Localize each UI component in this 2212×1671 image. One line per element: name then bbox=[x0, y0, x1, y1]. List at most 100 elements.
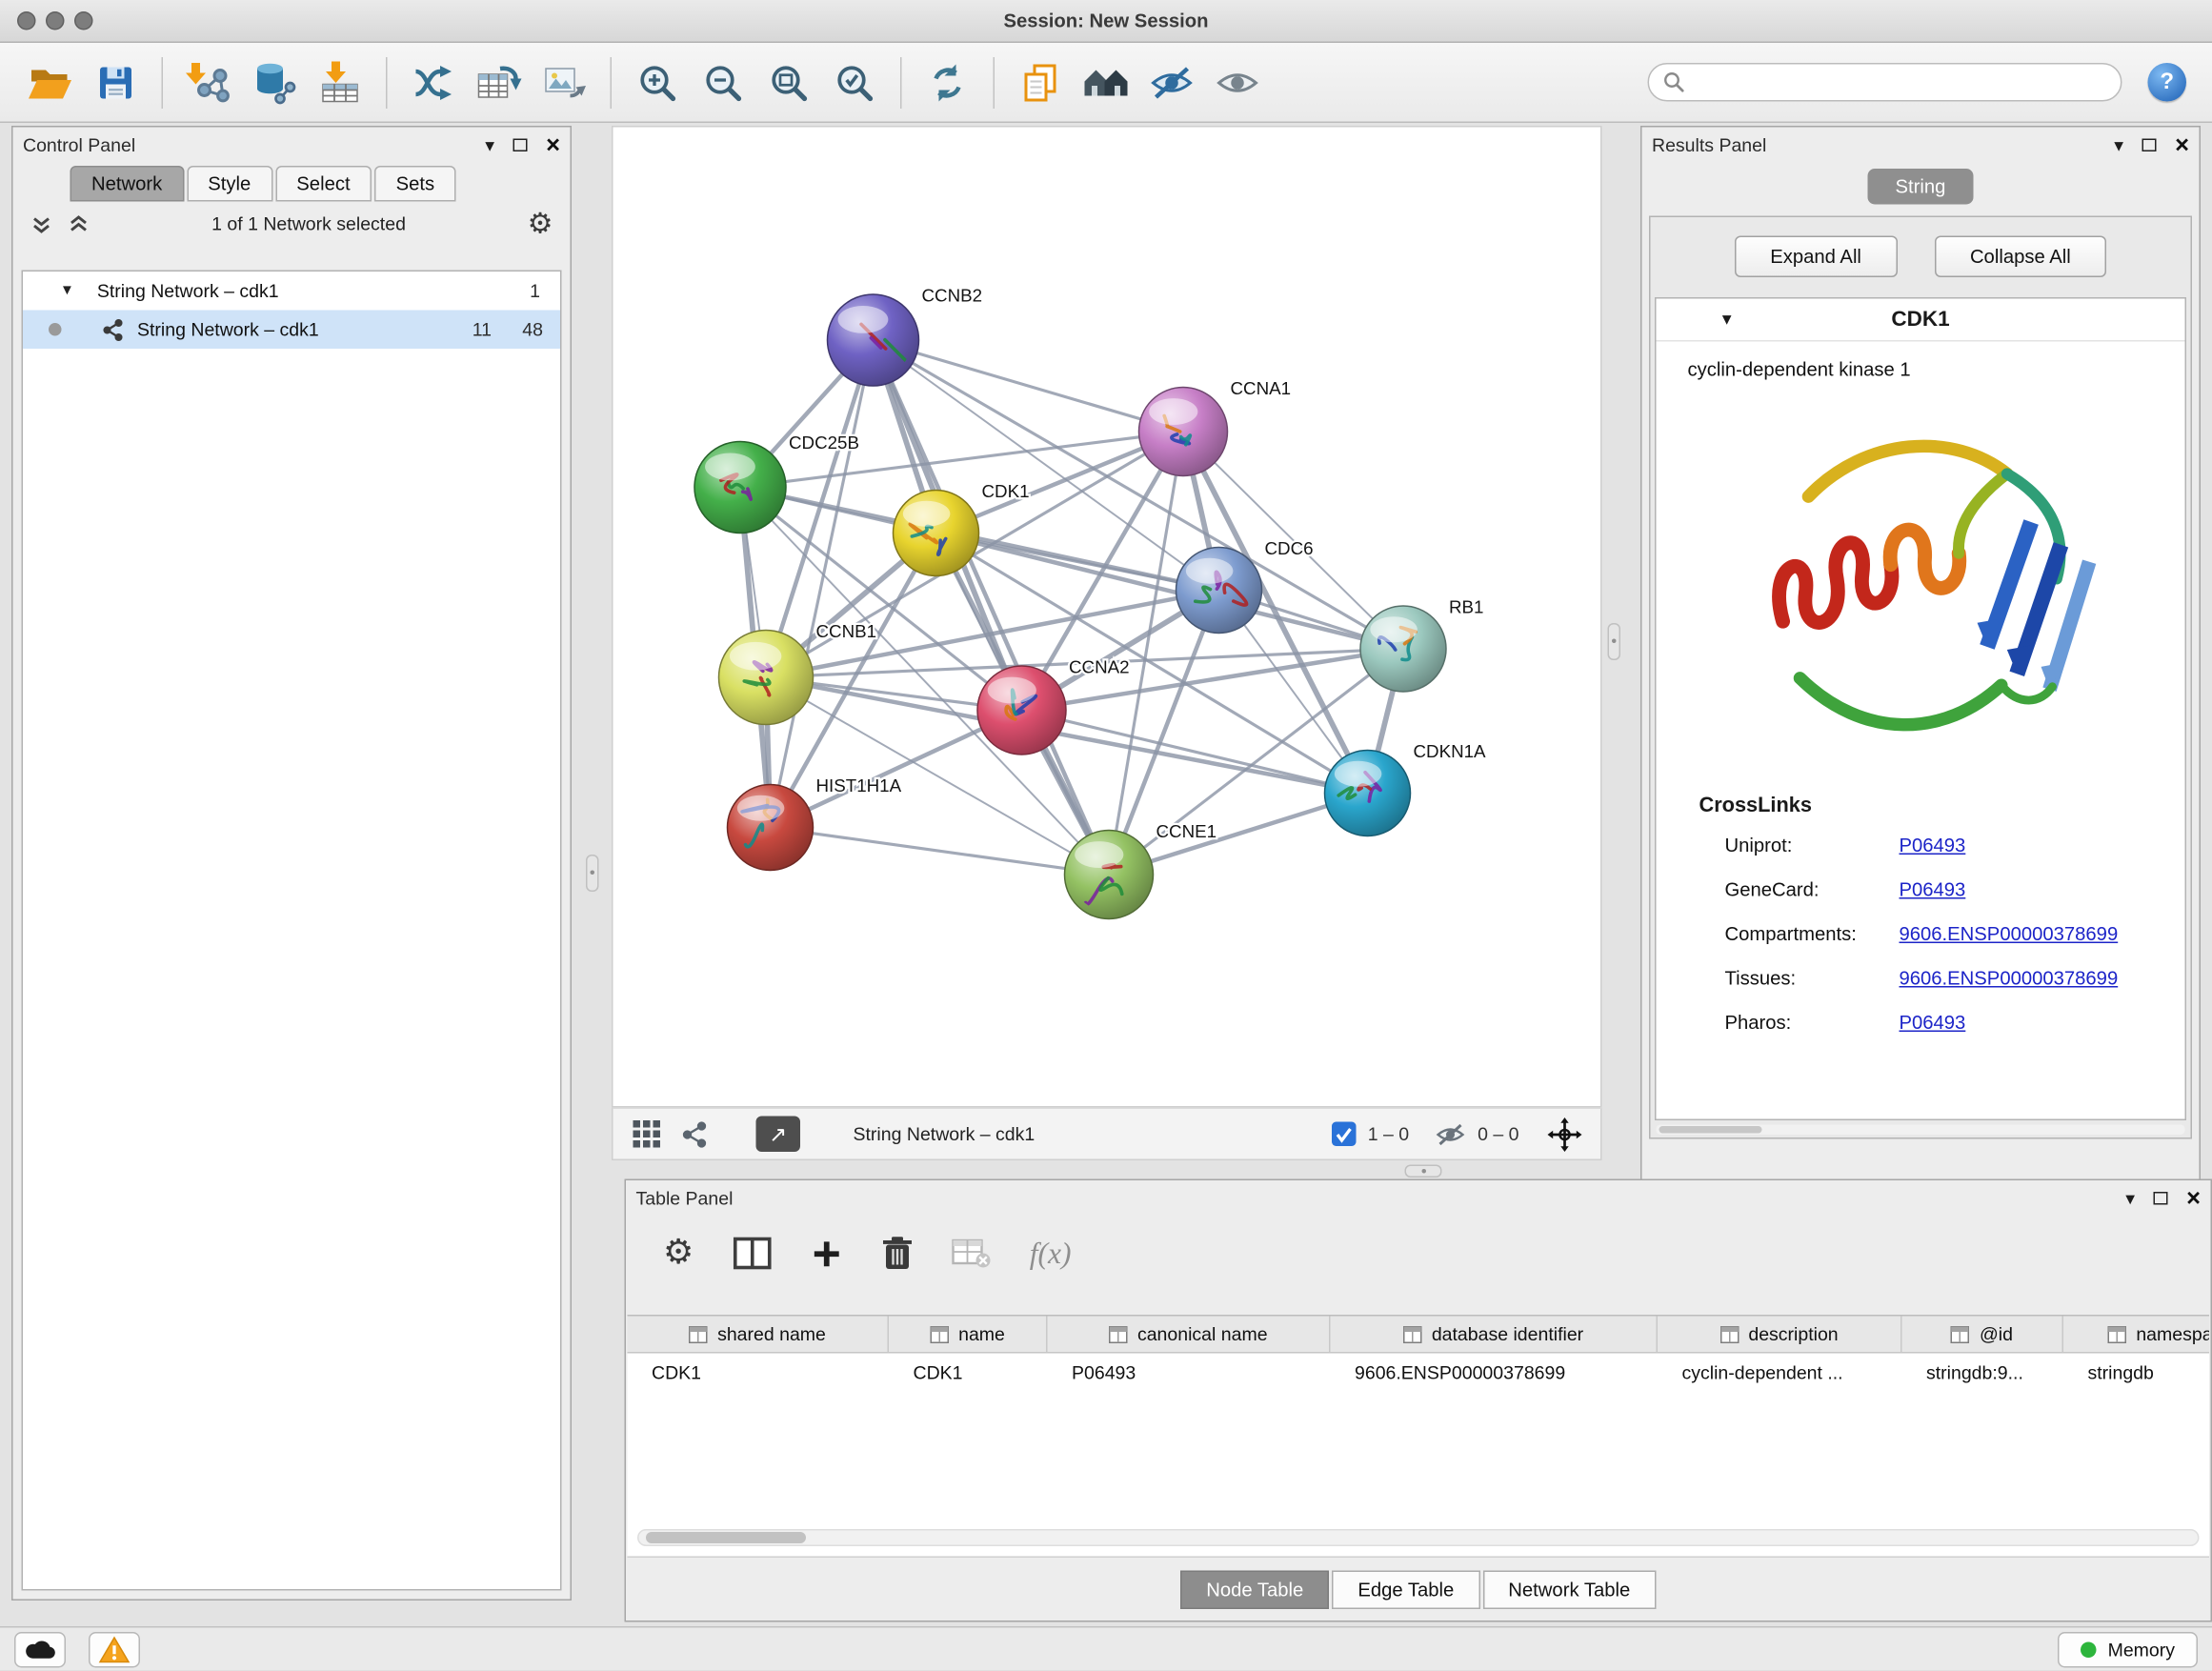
add-column-icon[interactable] bbox=[810, 1237, 843, 1270]
window-minimize-button[interactable] bbox=[46, 11, 65, 30]
panel-menu-icon[interactable]: ▾ bbox=[2114, 135, 2123, 154]
column-header[interactable]: database identifier bbox=[1331, 1317, 1659, 1353]
panel-close-icon[interactable]: × bbox=[2186, 1185, 2201, 1210]
table-horizontal-scrollbar[interactable] bbox=[637, 1529, 2200, 1546]
hide-selected-button[interactable] bbox=[1139, 50, 1205, 115]
network-node[interactable]: CCNA2 bbox=[977, 657, 1130, 755]
collection-expand-icon[interactable]: ▼ bbox=[60, 283, 74, 299]
table-cell[interactable]: P06493 bbox=[1048, 1354, 1331, 1391]
tab-string[interactable]: String bbox=[1868, 169, 1973, 205]
expand-all-button[interactable]: Expand All bbox=[1735, 236, 1898, 278]
tab-network[interactable]: Network bbox=[70, 166, 184, 202]
gene-expand-icon[interactable]: ▼ bbox=[1719, 312, 1735, 329]
first-neighbors-button[interactable] bbox=[1074, 50, 1139, 115]
right-splitter-handle[interactable] bbox=[1608, 623, 1621, 660]
birdseye-view-icon[interactable] bbox=[632, 1119, 662, 1150]
results-horizontal-scrollbar[interactable] bbox=[1657, 1125, 2185, 1136]
network-share-icon[interactable] bbox=[680, 1119, 709, 1148]
table-cell[interactable]: CDK1 bbox=[889, 1354, 1048, 1391]
network-node[interactable]: CDKN1A bbox=[1325, 741, 1487, 836]
tab-network-table[interactable]: Network Table bbox=[1482, 1571, 1656, 1610]
crosslink-pharos-link[interactable]: P06493 bbox=[1900, 1012, 1966, 1034]
window-close-button[interactable] bbox=[17, 11, 36, 30]
network-options-gear-icon[interactable]: ⚙ bbox=[528, 210, 553, 238]
table-cell[interactable]: cyclin-dependent ... bbox=[1658, 1354, 1902, 1391]
left-splitter-handle[interactable] bbox=[586, 855, 599, 892]
cloud-status-button[interactable] bbox=[14, 1631, 66, 1667]
save-session-button[interactable] bbox=[83, 50, 149, 115]
duplicate-network-button[interactable] bbox=[1008, 50, 1074, 115]
tab-style[interactable]: Style bbox=[187, 166, 272, 202]
network-edge[interactable] bbox=[771, 828, 1110, 876]
table-cell[interactable]: CDK1 bbox=[628, 1354, 890, 1391]
bottom-splitter-handle[interactable] bbox=[1405, 1165, 1442, 1178]
panel-close-icon[interactable]: × bbox=[546, 132, 560, 157]
function-builder-icon[interactable]: f(x) bbox=[1030, 1236, 1072, 1272]
column-header[interactable]: shared name bbox=[628, 1317, 890, 1353]
memory-button[interactable]: Memory bbox=[2058, 1631, 2198, 1667]
show-columns-icon[interactable] bbox=[733, 1237, 772, 1271]
import-table-from-file-button[interactable] bbox=[308, 50, 373, 115]
table-cell[interactable]: 9606.ENSP00000378699 bbox=[1331, 1354, 1659, 1391]
network-node[interactable]: CCNE1 bbox=[1065, 821, 1217, 919]
column-header[interactable]: description bbox=[1658, 1317, 1902, 1353]
crosslink-compartments-link[interactable]: 9606.ENSP00000378699 bbox=[1900, 923, 2119, 945]
detach-view-button[interactable]: ↗ bbox=[756, 1117, 801, 1153]
network-node[interactable]: RB1 bbox=[1360, 597, 1483, 693]
network-edge[interactable] bbox=[874, 340, 1110, 875]
export-table-button[interactable] bbox=[466, 50, 532, 115]
panel-float-icon[interactable] bbox=[2154, 1191, 2168, 1204]
zoom-out-button[interactable] bbox=[691, 50, 756, 115]
column-header[interactable]: @id bbox=[1902, 1317, 2064, 1353]
network-collection-row[interactable]: ▼ String Network – cdk1 1 bbox=[23, 272, 560, 311]
network-edge[interactable] bbox=[874, 340, 1184, 432]
hidden-eye-slash-icon[interactable] bbox=[1435, 1119, 1466, 1148]
collapse-all-networks-icon[interactable] bbox=[30, 212, 53, 235]
expand-all-networks-icon[interactable] bbox=[68, 212, 90, 235]
apply-layout-button[interactable] bbox=[915, 50, 980, 115]
panel-float-icon[interactable] bbox=[2142, 138, 2157, 151]
zoom-selected-button[interactable] bbox=[822, 50, 888, 115]
panel-menu-icon[interactable]: ▾ bbox=[2125, 1188, 2135, 1207]
network-canvas[interactable]: CCNB2CCNA1CDC25BCDK1CDC6RB1CCNB1CCNA2CDK… bbox=[612, 126, 1602, 1108]
scrollbar-thumb[interactable] bbox=[646, 1532, 806, 1543]
network-node[interactable]: CDK1 bbox=[894, 481, 1030, 575]
column-header[interactable]: name bbox=[889, 1317, 1048, 1353]
column-header[interactable]: canonical name bbox=[1048, 1317, 1331, 1353]
network-node[interactable]: HIST1H1A bbox=[728, 775, 902, 871]
import-network-from-database-button[interactable] bbox=[242, 50, 308, 115]
show-graphics-details-button[interactable] bbox=[1205, 50, 1271, 115]
column-header[interactable]: namespace bbox=[2063, 1317, 2209, 1353]
zoom-fit-button[interactable] bbox=[756, 50, 822, 115]
export-image-button[interactable] bbox=[532, 50, 597, 115]
network-row-selected[interactable]: String Network – cdk1 11 48 bbox=[23, 311, 560, 350]
search-input[interactable] bbox=[1695, 71, 2106, 93]
crosslink-tissues-link[interactable]: 9606.ENSP00000378699 bbox=[1900, 968, 2119, 990]
tab-node-table[interactable]: Node Table bbox=[1180, 1571, 1329, 1610]
crosslink-uniprot-link[interactable]: P06493 bbox=[1900, 835, 1966, 856]
table-options-gear-icon[interactable]: ⚙ bbox=[663, 1237, 694, 1271]
open-session-button[interactable] bbox=[17, 50, 83, 115]
panel-float-icon[interactable] bbox=[513, 138, 528, 151]
warnings-button[interactable] bbox=[89, 1631, 140, 1667]
collapse-all-button[interactable]: Collapse All bbox=[1934, 236, 2106, 278]
help-button[interactable]: ? bbox=[2148, 63, 2187, 102]
pan-mode-icon[interactable] bbox=[1548, 1117, 1582, 1151]
zoom-in-button[interactable] bbox=[625, 50, 691, 115]
table-cell[interactable]: stringdb:9... bbox=[1902, 1354, 2064, 1391]
window-zoom-button[interactable] bbox=[74, 11, 93, 30]
tab-select[interactable]: Select bbox=[275, 166, 372, 202]
table-row[interactable]: CDK1 CDK1 P06493 9606.ENSP00000378699 cy… bbox=[628, 1354, 2210, 1391]
export-network-button[interactable] bbox=[400, 50, 466, 115]
network-edge[interactable] bbox=[771, 340, 874, 828]
import-network-from-file-button[interactable] bbox=[176, 50, 242, 115]
crosslink-genecard-link[interactable]: P06493 bbox=[1900, 879, 1966, 901]
tab-edge-table[interactable]: Edge Table bbox=[1332, 1571, 1479, 1610]
panel-close-icon[interactable]: × bbox=[2175, 132, 2189, 157]
panel-menu-icon[interactable]: ▾ bbox=[485, 135, 494, 154]
network-node[interactable]: CCNB2 bbox=[828, 286, 983, 387]
tab-sets[interactable]: Sets bbox=[374, 166, 456, 202]
network-node[interactable]: CCNA1 bbox=[1139, 378, 1292, 475]
selected-checkbox-icon[interactable] bbox=[1332, 1122, 1357, 1147]
delete-column-trash-icon[interactable] bbox=[881, 1235, 913, 1272]
